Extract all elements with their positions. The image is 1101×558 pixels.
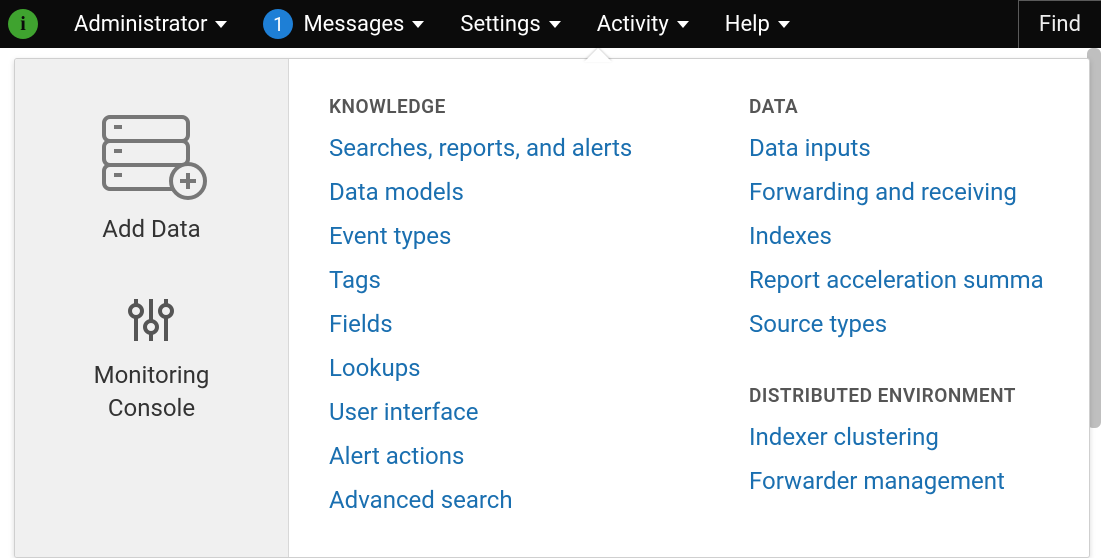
settings-dropdown-panel: Add Data Monitoring Console KNOWLEDGE [14, 58, 1090, 558]
caret-down-icon [778, 21, 790, 28]
settings-content: KNOWLEDGE Searches, reports, and alerts … [289, 59, 1089, 557]
settings-sidebar: Add Data Monitoring Console [15, 59, 289, 557]
nav-help[interactable]: Help [707, 0, 808, 48]
nav-activity-label: Activity [597, 12, 669, 37]
link-indexer-clustering[interactable]: Indexer clustering [749, 423, 1089, 451]
sidebar-add-data-label: Add Data [102, 213, 200, 245]
add-data-icon [92, 103, 212, 203]
link-data-models[interactable]: Data models [329, 178, 749, 206]
caret-down-icon [215, 21, 227, 28]
link-report-acceleration[interactable]: Report acceleration summa [749, 266, 1089, 294]
sidebar-add-data[interactable]: Add Data [92, 103, 212, 245]
section-heading-data: DATA [749, 95, 1089, 118]
caret-down-icon [677, 21, 689, 28]
nav-activity[interactable]: Activity [579, 0, 707, 48]
nav-settings[interactable]: Settings [442, 0, 578, 48]
link-data-inputs[interactable]: Data inputs [749, 134, 1089, 162]
link-tags[interactable]: Tags [329, 266, 749, 294]
nav-messages-label: Messages [303, 12, 404, 37]
link-source-types[interactable]: Source types [749, 310, 1089, 338]
caret-down-icon [549, 21, 561, 28]
find-label: Find [1039, 12, 1081, 37]
link-alert-actions[interactable]: Alert actions [329, 442, 749, 470]
section-heading-distributed: DISTRIBUTED ENVIRONMENT [749, 384, 1089, 407]
messages-count-badge: 1 [263, 9, 293, 39]
settings-col-knowledge: KNOWLEDGE Searches, reports, and alerts … [329, 95, 749, 557]
top-navbar: i Administrator 1 Messages Settings Acti… [0, 0, 1101, 48]
nav-help-label: Help [725, 12, 770, 37]
link-event-types[interactable]: Event types [329, 222, 749, 250]
sidebar-monitoring-console-label: Monitoring Console [94, 359, 210, 424]
menu-pointer [584, 48, 612, 62]
nav-settings-label: Settings [460, 12, 540, 37]
link-searches-reports-alerts[interactable]: Searches, reports, and alerts [329, 134, 749, 162]
nav-messages[interactable]: 1 Messages [245, 0, 442, 48]
link-forwarding-receiving[interactable]: Forwarding and receiving [749, 178, 1089, 206]
link-fields[interactable]: Fields [329, 310, 749, 338]
nav-administrator-label: Administrator [74, 12, 207, 37]
link-lookups[interactable]: Lookups [329, 354, 749, 382]
info-icon[interactable]: i [8, 9, 38, 39]
find-button[interactable]: Find [1018, 0, 1101, 48]
link-indexes[interactable]: Indexes [749, 222, 1089, 250]
settings-col-right: DATA Data inputs Forwarding and receivin… [749, 95, 1089, 557]
caret-down-icon [412, 21, 424, 28]
link-forwarder-management[interactable]: Forwarder management [749, 467, 1089, 495]
nav-administrator[interactable]: Administrator [56, 0, 245, 48]
section-heading-knowledge: KNOWLEDGE [329, 95, 749, 118]
link-advanced-search[interactable]: Advanced search [329, 486, 749, 514]
sidebar-monitoring-console[interactable]: Monitoring Console [94, 291, 210, 424]
monitoring-console-icon [122, 291, 180, 349]
link-user-interface[interactable]: User interface [329, 398, 749, 426]
